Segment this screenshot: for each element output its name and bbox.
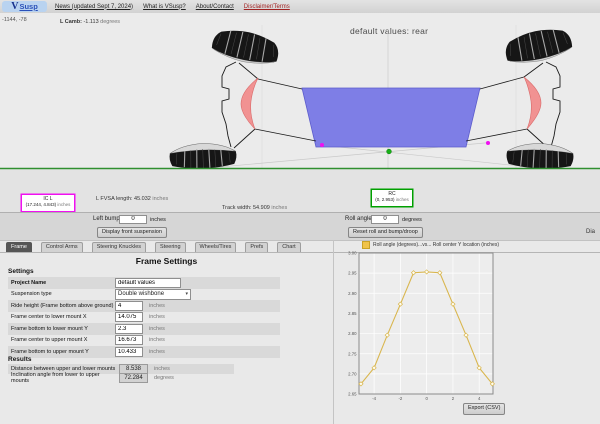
form-row-upper-mount-y: Frame bottom to upper mount Y inches: [8, 346, 280, 358]
tab-steering[interactable]: Steering: [155, 242, 186, 253]
frame-polygon: [302, 88, 480, 147]
link-what-is-vsusp[interactable]: What is VSusp?: [143, 4, 186, 10]
logo-susp: Susp: [19, 2, 37, 11]
display-front-suspension-button[interactable]: Display front suspension: [97, 227, 167, 239]
ic-left-marker: [320, 143, 324, 147]
result-row-inclination-angle: Inclination angle from lower to upper mo…: [8, 374, 234, 384]
svg-text:2.80: 2.80: [348, 331, 357, 336]
fvsa-length-readout: L FVSA length: 45.032 inches: [96, 196, 168, 202]
form-row-lower-mount-x: Frame center to lower mount X inches: [8, 312, 280, 324]
left-bump-label: Left bump:: [93, 216, 121, 222]
ic-right-marker: [486, 141, 490, 145]
roll-angle-input[interactable]: [371, 215, 399, 224]
link-news[interactable]: News (updated Sept 7, 2024): [55, 4, 133, 10]
header-links: News (updated Sept 7, 2024) What is VSus…: [55, 0, 290, 13]
ic-left-label-box: IC L (17.244, 4.843) inches: [21, 194, 75, 212]
clipped-right-link[interactable]: Dia: [586, 229, 595, 235]
logo-letter-v: V: [11, 2, 18, 12]
form-row-suspension-type: Suspension type Double wishbone ▾: [8, 289, 280, 301]
ride-height-input[interactable]: [115, 301, 143, 311]
lower-mount-y-input[interactable]: [115, 324, 143, 334]
form-row-project-name: Project Name: [8, 277, 280, 289]
svg-text:2.70: 2.70: [348, 371, 357, 376]
lower-mount-x-input[interactable]: [115, 312, 143, 322]
svg-text:4: 4: [478, 396, 481, 401]
tab-frame[interactable]: Frame: [6, 242, 32, 253]
form-row-ride-height: Ride height (Frame bottom above ground) …: [8, 300, 280, 312]
form-row-lower-mount-y: Frame bottom to lower mount Y inches: [8, 323, 280, 335]
svg-text:2.65: 2.65: [348, 392, 357, 397]
roll-center-chart: 2.65 2.70 2.75 2.80 2.85 2.90 2.95 3.00 -4 -2 0 2 4: [341, 246, 511, 406]
tab-wheels-tires[interactable]: Wheels/Tires: [195, 242, 237, 253]
suspension-type-select[interactable]: Double wishbone ▾: [115, 289, 191, 300]
tab-prefs[interactable]: Prefs: [245, 242, 268, 253]
diagram-canvas: [0, 13, 600, 212]
right-control-arm: [524, 77, 541, 129]
svg-text:2.95: 2.95: [348, 271, 357, 276]
svg-text:0: 0: [425, 396, 428, 401]
roll-angle-unit: degrees: [402, 217, 422, 223]
export-csv-button[interactable]: Export (CSV): [463, 403, 505, 415]
svg-text:2: 2: [452, 396, 455, 401]
upper-mount-x-input[interactable]: [115, 335, 143, 345]
tab-chart[interactable]: Chart: [277, 242, 300, 253]
svg-text:-2: -2: [398, 396, 402, 401]
roll-angle-label: Roll angle:: [345, 216, 373, 222]
tab-steering-knuckles[interactable]: Steering Knuckles: [92, 242, 146, 253]
svg-text:2.90: 2.90: [348, 291, 357, 296]
settings-heading: Settings: [8, 268, 34, 275]
diagram-toolbar: Left bump: inches Display front suspensi…: [0, 212, 600, 241]
roll-center-label-box: RC (0, 2.953) inches: [371, 189, 413, 207]
right-top-tire: [502, 24, 574, 67]
svg-text:-4: -4: [372, 396, 376, 401]
project-name-input[interactable]: [115, 278, 181, 288]
link-about-contact[interactable]: About/Contact: [196, 4, 234, 10]
results-table: Distance between upper and lower mounts …: [8, 364, 234, 383]
left-bump-unit: inches: [150, 217, 166, 223]
form-row-upper-mount-x: Frame center to upper mount X inches: [8, 335, 280, 347]
chevron-down-icon: ▾: [185, 291, 188, 297]
svg-text:2.85: 2.85: [348, 311, 357, 316]
left-top-tire: [210, 25, 282, 68]
header-bar: V Susp News (updated Sept 7, 2024) What …: [0, 0, 600, 14]
left-control-arm: [241, 78, 258, 129]
left-bump-input[interactable]: [119, 215, 147, 224]
link-disclaimer-terms[interactable]: Disclaimer/Terms: [244, 4, 290, 10]
settings-form: Project Name Suspension type Double wish…: [8, 277, 280, 358]
tab-control-arms[interactable]: Control Arms: [41, 242, 83, 253]
upper-mount-y-input[interactable]: [115, 347, 143, 357]
roll-center-marker: [387, 149, 392, 154]
reset-roll-bump-button[interactable]: Reset roll and bump/droop: [348, 227, 423, 239]
chart-panel: Roll angle (degrees)...vs... Roll center…: [333, 240, 600, 424]
left-bottom-tire: [169, 142, 237, 169]
mount-distance-value: 8.538: [119, 364, 148, 374]
page-title: Frame Settings: [0, 256, 333, 266]
svg-text:3.00: 3.00: [348, 251, 357, 256]
results-heading: Results: [8, 356, 31, 363]
vsusp-logo[interactable]: V Susp: [2, 1, 47, 12]
svg-text:2.75: 2.75: [348, 351, 357, 356]
track-width-readout: Track width: 54.909 inches: [222, 205, 287, 211]
below-ground-area: [0, 169, 600, 212]
inclination-angle-value: 72.284: [119, 373, 148, 383]
suspension-diagram: -1144, -78 L Camb: -1.113 degrees defaul…: [0, 13, 600, 212]
vsusp-app: V Susp News (updated Sept 7, 2024) What …: [0, 0, 600, 424]
